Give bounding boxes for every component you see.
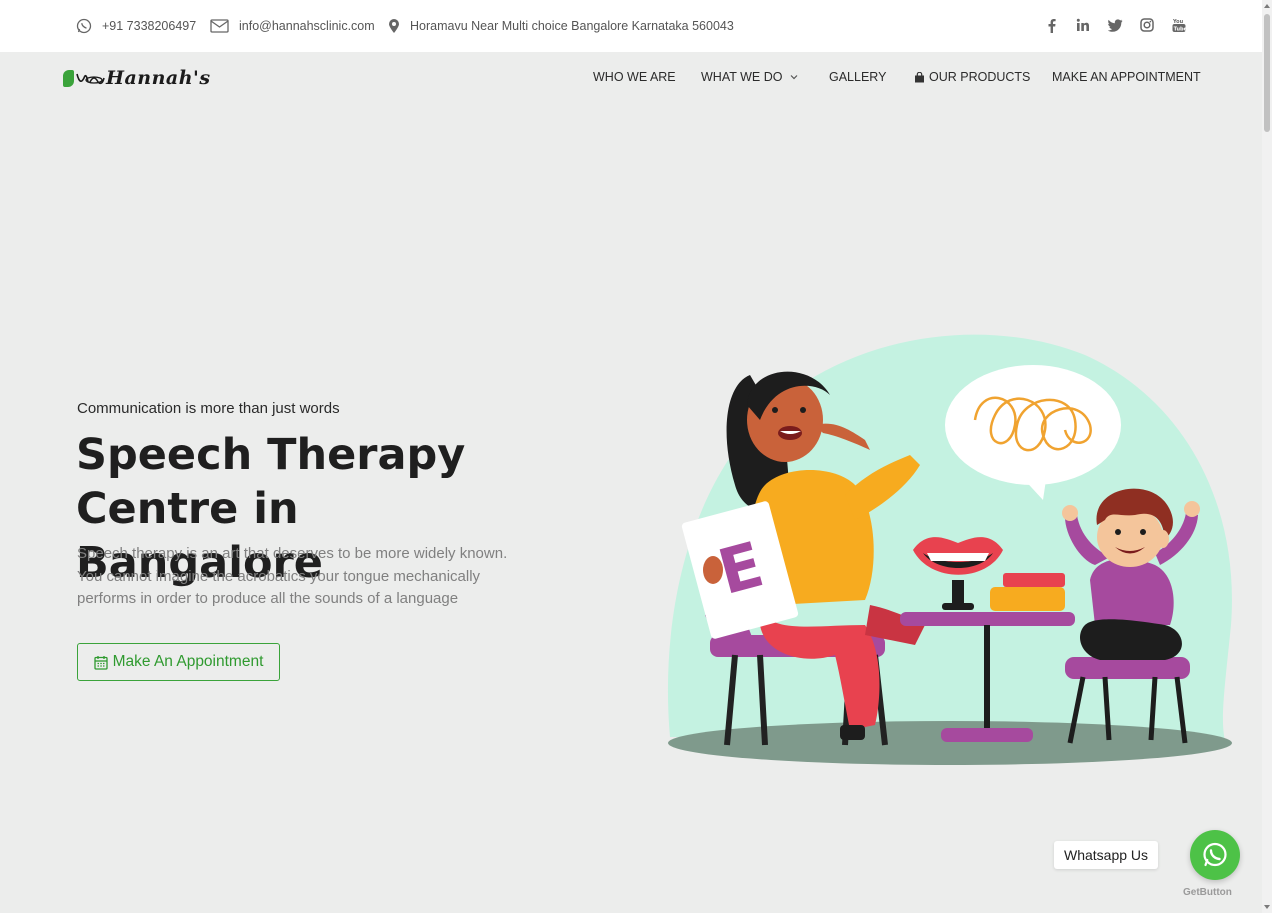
- logo-text: Hannah's: [106, 67, 211, 89]
- make-appointment-button[interactable]: Make An Appointment: [77, 643, 280, 681]
- getbutton-text: GetButton: [1183, 887, 1232, 898]
- instagram-icon[interactable]: [1138, 16, 1156, 34]
- phone-text: +91 7338206497: [102, 19, 197, 33]
- hero-description: Speech therapy is an art that deserves t…: [77, 545, 508, 607]
- logo-mark-icon: [76, 73, 105, 85]
- nav-label: WHO WE ARE: [593, 70, 676, 84]
- nav-label: OUR PRODUCTS: [929, 70, 1031, 84]
- whatsapp-label[interactable]: Whatsapp Us: [1054, 841, 1159, 869]
- nav-who-we-are[interactable]: WHO WE ARE: [593, 70, 676, 84]
- nav-what-we-do[interactable]: WHAT WE DO: [701, 70, 798, 84]
- nav-label: MAKE AN APPOINTMENT: [1052, 70, 1201, 84]
- map-marker-icon: [389, 19, 399, 33]
- social-links: You Tube: [1042, 16, 1188, 34]
- whatsapp-icon: [1203, 842, 1227, 867]
- cta-label: Make An Appointment: [112, 653, 264, 670]
- main-navbar: Hannah's WHO WE ARE WHAT WE DO GALLERY O…: [0, 52, 1262, 104]
- scroll-up-arrow-icon[interactable]: [1264, 4, 1270, 8]
- email-contact[interactable]: info@hannahsclinic.com: [210, 0, 375, 52]
- twitter-icon[interactable]: [1106, 16, 1124, 34]
- envelope-icon: [210, 19, 229, 33]
- chevron-down-icon: [791, 75, 798, 80]
- whatsapp-button[interactable]: [1190, 830, 1240, 880]
- top-contact-bar: +91 7338206497 info@hannahsclinic.com Ho…: [0, 0, 1262, 52]
- youtube-icon[interactable]: You Tube: [1170, 16, 1188, 34]
- phone-contact[interactable]: +91 7338206497: [76, 0, 196, 52]
- hero-title-line-1: Speech Therapy: [76, 430, 466, 480]
- getbutton-credit[interactable]: GetButton: [1183, 887, 1232, 898]
- page-scrollbar[interactable]: [1262, 0, 1272, 913]
- nav-make-an-appointment[interactable]: MAKE AN APPOINTMENT: [1052, 70, 1201, 84]
- svg-text:Tube: Tube: [1174, 26, 1186, 32]
- linkedin-icon[interactable]: [1074, 16, 1092, 34]
- scroll-down-arrow-icon[interactable]: [1264, 905, 1270, 909]
- logo-leaf-icon: [63, 69, 74, 87]
- nav-label: WHAT WE DO: [701, 70, 783, 84]
- address-contact: Horamavu Near Multi choice Bangalore Kar…: [388, 0, 734, 52]
- shopping-bag-icon: [915, 71, 924, 82]
- address-text: Horamavu Near Multi choice Bangalore Kar…: [410, 19, 734, 33]
- site-logo[interactable]: Hannah's: [63, 64, 211, 92]
- facebook-icon[interactable]: [1042, 16, 1060, 34]
- speech-therapy-illustration: E: [667, 334, 1232, 765]
- calendar-icon: [93, 655, 108, 670]
- scroll-thumb[interactable]: [1264, 14, 1270, 132]
- nav-label: GALLERY: [829, 70, 887, 84]
- floor-shadow: [668, 721, 1232, 765]
- nav-our-products[interactable]: OUR PRODUCTS: [914, 70, 1030, 84]
- nav-gallery[interactable]: GALLERY: [829, 70, 886, 84]
- hero-kicker: Communication is more than just words: [77, 400, 340, 417]
- email-text: info@hannahsclinic.com: [239, 19, 375, 33]
- whatsapp-icon: [76, 18, 92, 34]
